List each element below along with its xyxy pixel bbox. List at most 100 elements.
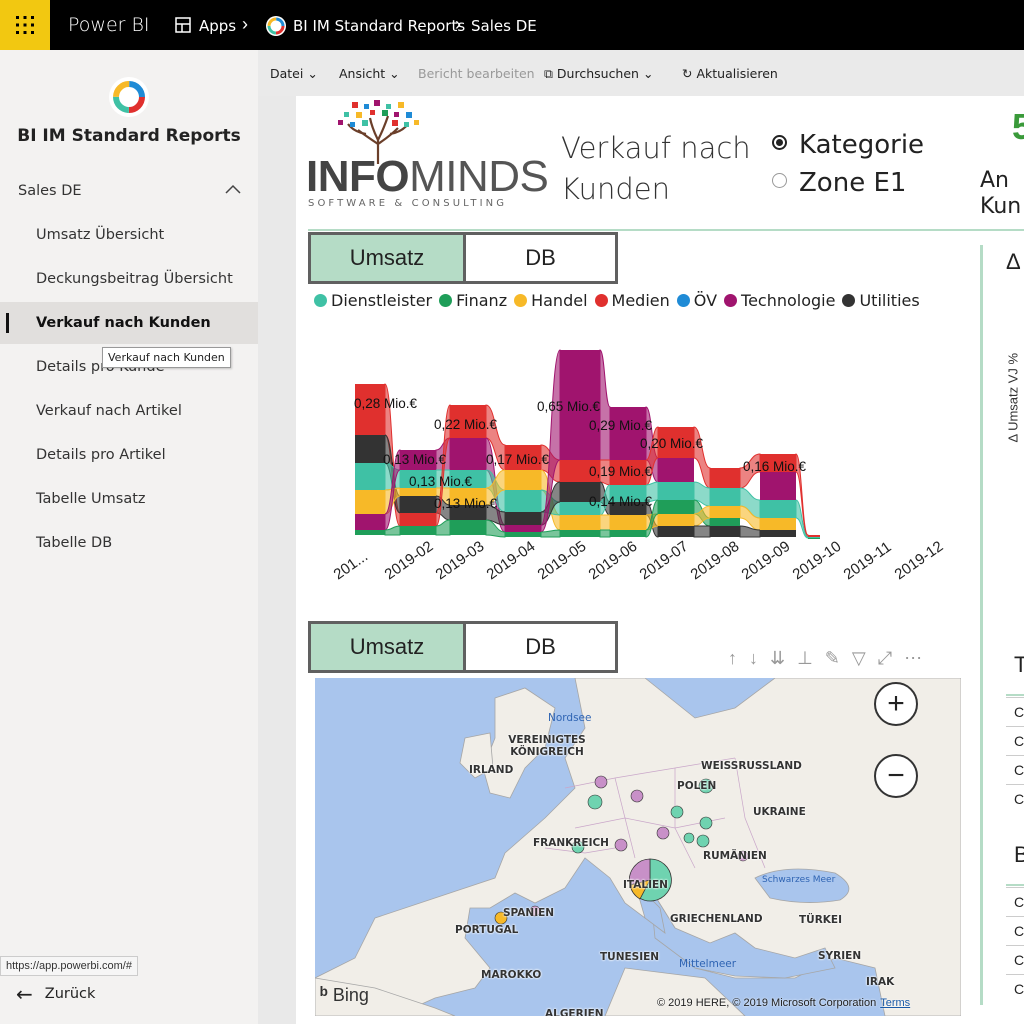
chart-bar-segment[interactable] bbox=[658, 500, 694, 514]
back-button[interactable]: ← Zurück bbox=[16, 982, 95, 1006]
chart-bar-segment[interactable] bbox=[658, 526, 694, 537]
app-launcher-button[interactable] bbox=[0, 0, 50, 50]
chart-ribbon[interactable] bbox=[693, 525, 711, 538]
legend-label: Finanz bbox=[456, 291, 508, 310]
chart-ribbon[interactable] bbox=[599, 349, 611, 461]
chart-ribbon[interactable] bbox=[599, 514, 611, 531]
chart-bar-segment[interactable] bbox=[400, 496, 436, 513]
legend-item[interactable]: Handel bbox=[514, 291, 588, 310]
expand-hierarchy-icon[interactable]: ⊥ bbox=[797, 648, 813, 669]
legend-item[interactable]: Medien bbox=[594, 291, 670, 310]
chart-bar-segment[interactable] bbox=[658, 482, 694, 500]
side-table-row[interactable]: C bbox=[1006, 945, 1024, 974]
toggle-db-button[interactable]: DB bbox=[466, 624, 615, 670]
expand-all-down-icon[interactable]: ⇊ bbox=[770, 648, 785, 669]
chart-bar-segment[interactable] bbox=[710, 506, 740, 518]
focus-mode-icon[interactable]: ⤢ bbox=[878, 648, 892, 669]
sidebar-item-tabelle-umsatz[interactable]: Tabelle Umsatz bbox=[0, 478, 258, 520]
breadcrumb-apps[interactable]: Apps bbox=[199, 17, 236, 35]
side-table-row[interactable]: C bbox=[1006, 784, 1024, 813]
side-table-row[interactable]: C bbox=[1006, 887, 1024, 916]
file-menu[interactable]: Datei ⌄ bbox=[270, 66, 318, 81]
legend-item[interactable]: Utilities bbox=[842, 291, 920, 310]
view-menu[interactable]: Ansicht ⌄ bbox=[339, 66, 400, 81]
chart-ribbon[interactable] bbox=[599, 529, 611, 538]
terms-link[interactable]: Terms bbox=[880, 997, 910, 1009]
side-table-row[interactable]: C bbox=[1006, 755, 1024, 784]
sidebar-section-sales-de[interactable]: Sales DE bbox=[18, 183, 82, 199]
toggle-db-button[interactable]: DB bbox=[466, 235, 615, 281]
chart-bar-segment[interactable] bbox=[710, 488, 740, 506]
chart-bar-segment[interactable] bbox=[355, 514, 385, 530]
chart-bar-segment[interactable] bbox=[710, 526, 740, 537]
chart-bar-segment[interactable] bbox=[355, 490, 385, 514]
chart-bar-segment[interactable] bbox=[710, 518, 740, 526]
sidebar-item-verkauf-nach-artikel[interactable]: Verkauf nach Artikel bbox=[0, 390, 258, 432]
breadcrumb-page[interactable]: Sales DE bbox=[471, 17, 537, 35]
side-table-row[interactable]: C bbox=[1006, 916, 1024, 945]
sidebar-item-tabelle-db[interactable]: Tabelle DB bbox=[0, 522, 258, 564]
pin-icon[interactable]: ✎ bbox=[825, 648, 840, 669]
chart-bar-segment[interactable] bbox=[400, 526, 436, 535]
chart-bar-segment[interactable] bbox=[760, 472, 796, 500]
side-table-row[interactable]: C bbox=[1006, 726, 1024, 755]
chart-bar-segment[interactable] bbox=[505, 470, 541, 490]
edit-report-button[interactable]: Bericht bearbeiten bbox=[418, 66, 535, 81]
refresh-button[interactable]: ↻ Aktualisieren bbox=[682, 66, 778, 81]
chart-bar-segment[interactable] bbox=[400, 513, 436, 526]
sidebar-item-deckungsbeitrag-uebersicht[interactable]: Deckungsbeitrag Übersicht bbox=[0, 258, 258, 300]
zoom-out-button[interactable]: − bbox=[874, 754, 918, 798]
chart-bar-segment[interactable] bbox=[710, 468, 740, 488]
chart-bar-segment[interactable] bbox=[355, 435, 385, 463]
legend-item[interactable]: Dienstleister bbox=[314, 291, 432, 310]
chart-bar-segment[interactable] bbox=[760, 500, 796, 518]
chart-bar-segment[interactable] bbox=[450, 438, 486, 470]
chart-bar-segment[interactable] bbox=[505, 525, 541, 532]
chevron-up-icon[interactable] bbox=[224, 181, 242, 197]
side-table-row[interactable]: C bbox=[1006, 974, 1024, 1003]
chart-bar-segment[interactable] bbox=[610, 530, 646, 537]
more-options-icon[interactable]: ⋯ bbox=[904, 648, 922, 669]
legend-item[interactable]: Technologie bbox=[724, 291, 835, 310]
ribbon-chart[interactable]: 0,28 Mio.€ 0,13 Mio.€ 0,22 Mio.€ 0,13 Mio.€… bbox=[310, 330, 970, 610]
chart-bar-segment[interactable] bbox=[760, 530, 796, 537]
chart-bar-segment[interactable] bbox=[505, 512, 541, 525]
chart-bar-segment[interactable] bbox=[505, 490, 541, 512]
chart-bar-segment[interactable] bbox=[808, 537, 820, 538]
sidebar-item-verkauf-nach-kunden[interactable]: Verkauf nach Kunden bbox=[0, 302, 258, 344]
chart-bar-segment[interactable] bbox=[355, 530, 385, 535]
radio-kategorie[interactable]: Kategorie bbox=[772, 130, 924, 160]
legend-item[interactable]: Finanz bbox=[439, 291, 507, 310]
chart-bar-segment[interactable] bbox=[808, 535, 820, 537]
side-table-row[interactable]: C bbox=[1006, 697, 1024, 726]
chart-bar-segment[interactable] bbox=[760, 518, 796, 530]
explore-menu[interactable]: ⧉ Durchsuchen ⌄ bbox=[544, 66, 653, 82]
zoom-in-button[interactable]: + bbox=[874, 682, 918, 726]
drill-down-icon[interactable]: ↓ bbox=[749, 648, 758, 669]
chart-ribbon[interactable] bbox=[540, 529, 561, 538]
filter-icon[interactable]: ▽ bbox=[852, 648, 866, 669]
chart-bar-segment[interactable] bbox=[658, 458, 694, 482]
breadcrumb-workspace[interactable]: BI IM Standard Reports bbox=[293, 17, 465, 35]
chart-bar-segment[interactable] bbox=[400, 488, 436, 496]
legend-dot-icon bbox=[514, 294, 528, 307]
legend-item[interactable]: ÖV bbox=[676, 291, 718, 310]
drill-up-icon[interactable]: ↑ bbox=[728, 648, 737, 669]
chart-bar-segment[interactable] bbox=[808, 538, 820, 539]
toggle-umsatz-button[interactable]: Umsatz bbox=[311, 235, 466, 281]
chart-bar-segment[interactable] bbox=[560, 515, 600, 530]
chart-bar-segment[interactable] bbox=[610, 407, 646, 460]
chart-bar-segment[interactable] bbox=[355, 463, 385, 490]
legend-label: ÖV bbox=[693, 291, 718, 310]
radio-zone-e1[interactable]: Zone E1 bbox=[772, 168, 906, 198]
chart-bar-segment[interactable] bbox=[610, 515, 646, 530]
toggle-umsatz-button[interactable]: Umsatz bbox=[311, 624, 466, 670]
chart-bar-segment[interactable] bbox=[560, 530, 600, 537]
chart-bar-segment[interactable] bbox=[658, 514, 694, 526]
brand-label[interactable]: Power BI bbox=[68, 14, 150, 36]
sidebar-item-details-pro-artikel[interactable]: Details pro Artikel bbox=[0, 434, 258, 476]
chart-bar-segment[interactable] bbox=[505, 532, 541, 537]
map-visual[interactable]: Nordsee Schwarzes Meer Mittelmeer VEREIN… bbox=[315, 678, 961, 1016]
chart-bar-segment[interactable] bbox=[450, 520, 486, 535]
sidebar-item-umsatz-uebersicht[interactable]: Umsatz Übersicht bbox=[0, 214, 258, 256]
